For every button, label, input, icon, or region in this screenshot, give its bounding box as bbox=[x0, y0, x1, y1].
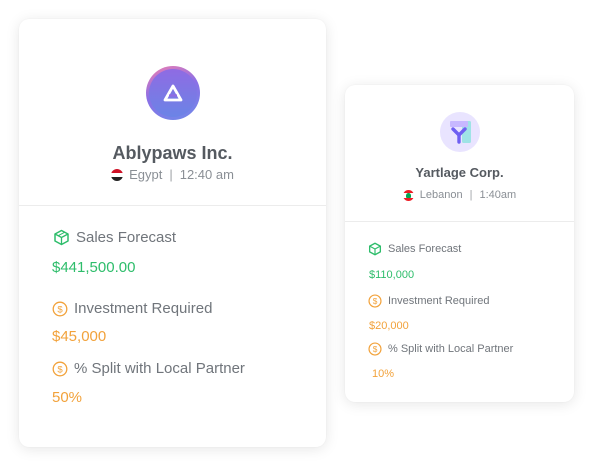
company-logo-icon bbox=[439, 112, 480, 152]
local-partner-split-value: 10% bbox=[372, 368, 395, 380]
company-card-yartlage[interactable]: Yartlage Corp. Lebanon | 1:40am Sales Fo… bbox=[345, 85, 574, 402]
company-location-time: Lebanon | 1:40am bbox=[345, 189, 574, 201]
company-name: Yartlage Corp. bbox=[415, 165, 504, 180]
investment-required-metric: $ Investment Required bbox=[368, 294, 574, 308]
local-time: 1:40am bbox=[479, 189, 517, 201]
local-partner-split-value: 50% bbox=[52, 389, 83, 406]
local-time: 12:40 am bbox=[179, 167, 234, 182]
investment-required-value: $20,000 bbox=[369, 320, 409, 332]
card-header: Yartlage Corp. Lebanon | 1:40am bbox=[345, 85, 574, 222]
metric-label: Investment Required bbox=[388, 295, 490, 307]
dollar-coin-icon: $ bbox=[52, 361, 68, 377]
investment-required-metric: $ Investment Required bbox=[52, 300, 326, 317]
country-label: Lebanon bbox=[419, 189, 463, 201]
svg-text:$: $ bbox=[57, 304, 63, 315]
cube-icon bbox=[368, 242, 382, 256]
local-partner-split-metric: $ % Split with Local Partner bbox=[368, 342, 574, 356]
company-name: Ablypaws Inc. bbox=[112, 143, 233, 163]
card-header: Ablypaws Inc. Egypt | 12:40 am bbox=[19, 19, 326, 206]
cube-icon bbox=[53, 229, 70, 246]
metric-label: % Split with Local Partner bbox=[74, 360, 245, 377]
investment-required-value: $45,000 bbox=[52, 328, 107, 345]
dollar-coin-icon: $ bbox=[368, 294, 382, 308]
svg-text:$: $ bbox=[373, 344, 378, 354]
metric-label: Investment Required bbox=[74, 300, 213, 317]
egypt-flag-icon bbox=[111, 168, 124, 181]
sales-forecast-metric: Sales Forecast bbox=[368, 242, 574, 256]
dollar-coin-icon: $ bbox=[52, 301, 68, 317]
metric-label: % Split with Local Partner bbox=[388, 343, 514, 355]
sales-forecast-value: $441,500.00 bbox=[52, 259, 136, 276]
company-logo-icon bbox=[145, 66, 200, 120]
dollar-coin-icon: $ bbox=[368, 342, 382, 356]
company-location-time: Egypt | 12:40 am bbox=[19, 167, 326, 182]
svg-text:$: $ bbox=[57, 364, 63, 375]
svg-text:$: $ bbox=[373, 296, 378, 306]
lebanon-flag-icon bbox=[402, 189, 414, 201]
local-partner-split-metric: $ % Split with Local Partner bbox=[52, 360, 326, 377]
sales-forecast-metric: Sales Forecast bbox=[53, 229, 326, 246]
separator: | bbox=[169, 167, 173, 182]
country-label: Egypt bbox=[129, 167, 163, 182]
separator: | bbox=[469, 189, 473, 201]
metric-label: Sales Forecast bbox=[76, 229, 177, 246]
sales-forecast-value: $110,000 bbox=[369, 269, 415, 281]
company-card-ablypaws[interactable]: Ablypaws Inc. Egypt | 12:40 am Sales For… bbox=[19, 19, 326, 447]
metric-label: Sales Forecast bbox=[388, 243, 462, 255]
